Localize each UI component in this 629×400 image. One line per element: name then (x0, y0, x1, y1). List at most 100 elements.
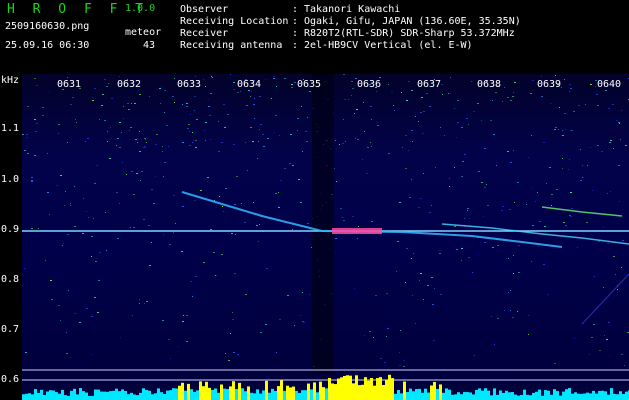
level-bar (328, 377, 331, 400)
level-bar (115, 388, 118, 400)
level-bar (601, 390, 604, 400)
noise-speck (486, 184, 487, 185)
noise-speck (547, 294, 549, 295)
noise-speck (307, 223, 309, 224)
noise-speck (342, 217, 343, 218)
level-bar (166, 390, 169, 400)
frequency-axis: kHz 1.1 1.0 0.9 0.8 0.7 0.6 (0, 74, 22, 400)
noise-speck (67, 77, 68, 78)
level-bar (514, 394, 517, 400)
noise-speck (292, 165, 294, 166)
observer-row: Observer : Takanori Kawachi (180, 4, 620, 16)
level-bar (364, 377, 367, 400)
level-bar (439, 384, 442, 400)
level-bar (412, 391, 415, 400)
file-name: 2509160630.png (5, 21, 90, 32)
noise-speck (577, 209, 578, 210)
noise-speck (245, 294, 247, 295)
noise-speck (468, 124, 469, 125)
level-bar (190, 389, 193, 400)
noise-speck (107, 131, 108, 132)
level-bar (520, 394, 523, 400)
noise-speck (354, 288, 355, 289)
level-bar (157, 388, 160, 400)
level-bar (466, 392, 469, 400)
level-bar (193, 391, 196, 400)
station-info: Observer : Takanori Kawachi Receiving Lo… (180, 4, 620, 64)
observer-key: Observer (180, 4, 229, 15)
noise-speck (91, 316, 93, 317)
level-bar (43, 394, 46, 400)
level-bar (64, 395, 67, 400)
noise-speck (153, 203, 155, 204)
noise-speck (551, 205, 552, 206)
level-bar (340, 377, 343, 400)
noise-speck (192, 132, 193, 133)
level-bar (55, 392, 58, 400)
level-bar (436, 388, 439, 400)
noise-speck (291, 87, 293, 88)
level-bar (208, 387, 211, 400)
noise-speck (188, 124, 190, 125)
noise-speck (399, 352, 400, 353)
noise-speck (302, 151, 303, 152)
level-bar (118, 391, 121, 400)
noise-speck (231, 233, 233, 234)
noise-speck (366, 173, 368, 174)
noise-speck (570, 192, 572, 193)
noise-speck (83, 198, 84, 199)
noise-speck (92, 97, 93, 98)
noise-speck (49, 214, 50, 215)
noise-speck (169, 244, 171, 245)
noise-speck (292, 229, 293, 230)
noise-speck (526, 204, 527, 205)
level-bar (463, 392, 466, 400)
noise-speck (175, 223, 176, 224)
level-bar (469, 392, 472, 400)
dark-vertical-band (312, 74, 334, 374)
level-bar (100, 391, 103, 400)
noise-speck (126, 174, 127, 175)
noise-speck (517, 311, 518, 312)
noise-speck (85, 141, 86, 142)
noise-speck (67, 142, 68, 143)
noise-speck (31, 177, 33, 178)
noise-speck (590, 84, 592, 85)
noise-speck (364, 131, 365, 132)
noise-speck (512, 96, 514, 97)
noise-speck (194, 200, 196, 201)
noise-speck (70, 205, 71, 206)
noise-speck (610, 140, 612, 141)
noise-speck (595, 80, 597, 81)
noise-speck (193, 140, 194, 141)
level-bar (271, 388, 274, 400)
noise-speck (262, 134, 264, 135)
level-bar (331, 383, 334, 400)
noise-speck (182, 142, 184, 143)
location-colon: : (292, 16, 299, 27)
noise-speck (345, 141, 346, 142)
noise-speck (336, 181, 337, 182)
noise-speck (422, 133, 424, 134)
level-bar (334, 384, 337, 400)
noise-speck (246, 105, 248, 106)
level-bar (604, 391, 607, 400)
noise-speck (88, 217, 89, 218)
level-bar (301, 390, 304, 400)
level-bar (337, 378, 340, 400)
noise-speck (119, 122, 121, 123)
noise-speck (137, 142, 138, 143)
noise-speck (570, 88, 572, 89)
level-bar (37, 392, 40, 400)
noise-speck (596, 94, 598, 95)
noise-speck (586, 222, 588, 223)
noise-speck (510, 162, 512, 163)
noise-speck (63, 243, 64, 244)
noise-speck (189, 131, 190, 132)
noise-speck (563, 222, 565, 223)
noise-speck (221, 142, 223, 143)
level-bar (421, 392, 424, 400)
noise-speck (311, 81, 312, 82)
level-bar (538, 389, 541, 400)
noise-speck (186, 315, 188, 316)
